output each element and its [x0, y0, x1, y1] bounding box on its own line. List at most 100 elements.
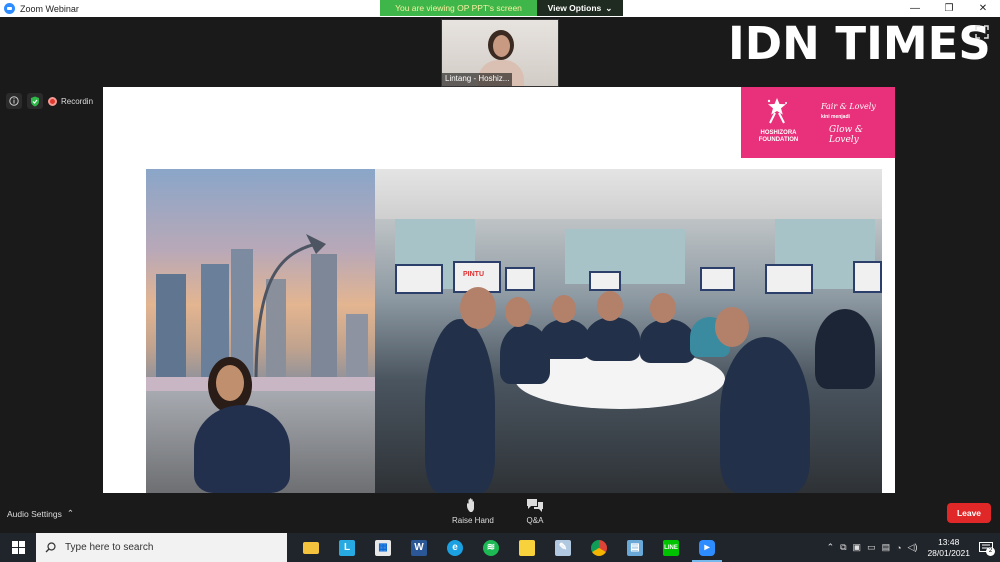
slide-photo-group: PINTU [375, 169, 882, 493]
action-center-button[interactable]: 2 [976, 538, 996, 558]
chevron-up-icon: ⌃ [66, 508, 74, 518]
folder-icon [303, 541, 319, 554]
chrome-app[interactable] [581, 533, 617, 562]
qa-button[interactable]: Q&A [526, 497, 544, 525]
participant-face [493, 35, 510, 57]
restore-button[interactable]: ❐ [932, 0, 966, 17]
fullscreen-icon[interactable] [975, 25, 989, 39]
skyscraper [156, 274, 186, 394]
system-tray: ⌃ ⧉ ▣ ▭ ▤ ◔ ◁) 13:48 28/01/2021 2 [827, 533, 1000, 562]
wifi-icon[interactable]: ◔ [896, 543, 901, 553]
word-icon: W [411, 539, 427, 556]
l-app[interactable]: L [329, 533, 365, 562]
idn-times-watermark: IDN TIMES [728, 17, 991, 70]
file-explorer-app[interactable] [293, 533, 329, 562]
recording-indicator[interactable]: Recordin [48, 96, 94, 106]
participant-name: Lintang - Hoshiz... [442, 73, 513, 86]
student [720, 337, 810, 493]
sticky-notes-icon [519, 539, 535, 556]
search-icon [45, 542, 56, 553]
raise-hand-button[interactable]: Raise Hand [452, 497, 494, 525]
student-head [552, 295, 576, 323]
student-head [505, 297, 531, 327]
zoom-icon: ▸ [699, 539, 715, 556]
battery-icon[interactable]: ▭ [867, 542, 876, 553]
taskbar-search-box[interactable]: Type here to search [36, 533, 287, 562]
student [425, 319, 495, 493]
store-app[interactable]: ▦ [365, 533, 401, 562]
spotify-icon: ≋ [483, 539, 499, 556]
windows-logo-icon [11, 541, 25, 554]
raise-hand-icon [466, 498, 474, 512]
paint-app[interactable]: ✎ [545, 533, 581, 562]
taskbar-apps: L ▦ W e ≋ ✎ ▤ LINE ▸ [293, 533, 725, 562]
notification-badge: 2 [986, 546, 995, 556]
spotify-app[interactable]: ≋ [473, 533, 509, 562]
slide-photo-skyline [146, 169, 375, 493]
woman-shirt [194, 405, 290, 493]
student [585, 317, 640, 361]
notes-app[interactable]: ▤ [617, 533, 653, 562]
zoom-app[interactable]: ▸ [689, 533, 725, 562]
zoom-webinar-screen: Zoom Webinar You are viewing OP PPT's sc… [0, 0, 1000, 562]
camera-icon[interactable]: ⧉ [840, 542, 846, 553]
audio-settings-label: Audio Settings [7, 508, 62, 519]
info-icon[interactable] [6, 93, 22, 109]
student-head [597, 291, 623, 321]
tv-screen [853, 261, 882, 293]
clock-date: 28/01/2021 [927, 547, 970, 558]
window-title: Zoom Webinar [20, 3, 79, 14]
lamp-post [254, 234, 326, 384]
qa-icon [527, 499, 543, 512]
raise-hand-label: Raise Hand [452, 516, 494, 525]
ceiling [375, 169, 882, 219]
notes-icon: ▤ [627, 539, 643, 556]
recording-label: Recordin [61, 96, 94, 106]
window-panel [565, 229, 685, 284]
audio-settings-button[interactable]: Audio Settings ⌃ [7, 508, 74, 519]
usb-icon[interactable]: ▣ [853, 542, 862, 553]
qa-label: Q&A [526, 516, 544, 525]
tv-screen [395, 264, 443, 294]
close-button[interactable]: ✕ [966, 0, 1000, 17]
clock-time: 13:48 [938, 536, 960, 547]
shield-icon[interactable] [27, 93, 43, 109]
taskbar-clock[interactable]: 13:48 28/01/2021 [927, 537, 970, 559]
woman-face [216, 365, 244, 401]
minimize-button[interactable]: — [898, 0, 932, 17]
student [640, 319, 695, 363]
view-options-button[interactable]: View Options ⌄ [537, 0, 623, 16]
tv-screen [505, 267, 535, 291]
start-button[interactable] [0, 533, 36, 562]
line-app[interactable]: LINE [653, 533, 689, 562]
brand-1-name: Fair & Lovely [821, 102, 876, 111]
sticky-notes-app[interactable] [509, 533, 545, 562]
line-icon: LINE [663, 539, 679, 556]
webinar-control-bar: Audio Settings ⌃ Raise Hand Q&A Leave [0, 493, 1000, 533]
student [540, 319, 590, 359]
leave-button[interactable]: Leave [947, 503, 991, 523]
search-placeholder: Type here to search [65, 542, 154, 553]
chrome-icon [591, 539, 607, 556]
bridge-railing [146, 377, 375, 391]
record-icon [48, 96, 57, 106]
glow-lovely-label: Glow & Lovely [829, 125, 864, 145]
volume-icon[interactable]: ◁) [908, 542, 918, 553]
edge-icon: e [447, 539, 463, 556]
store-icon: ▦ [375, 539, 391, 556]
hoshizora-foundation-label: HOSHIZORA FOUNDATION [758, 130, 799, 143]
screen-label: PINTU [463, 271, 484, 278]
zoom-logo-icon [4, 3, 15, 14]
edge-app[interactable]: e [437, 533, 473, 562]
paint-icon: ✎ [555, 539, 571, 556]
keyboard-icon[interactable]: ▤ [882, 542, 891, 553]
tv-screen [589, 271, 621, 291]
participant-video-thumbnail[interactable]: Lintang - Hoshiz... [441, 19, 559, 87]
fair-lovely-label: Fair & Lovely kini menjadi [821, 102, 876, 122]
word-app[interactable]: W [401, 533, 437, 562]
student [815, 309, 875, 389]
brand-1-sub: kini menjadi [821, 114, 850, 120]
star-figure-icon [767, 98, 787, 124]
student-head [650, 293, 676, 323]
chevron-up-icon[interactable]: ⌃ [827, 542, 835, 553]
